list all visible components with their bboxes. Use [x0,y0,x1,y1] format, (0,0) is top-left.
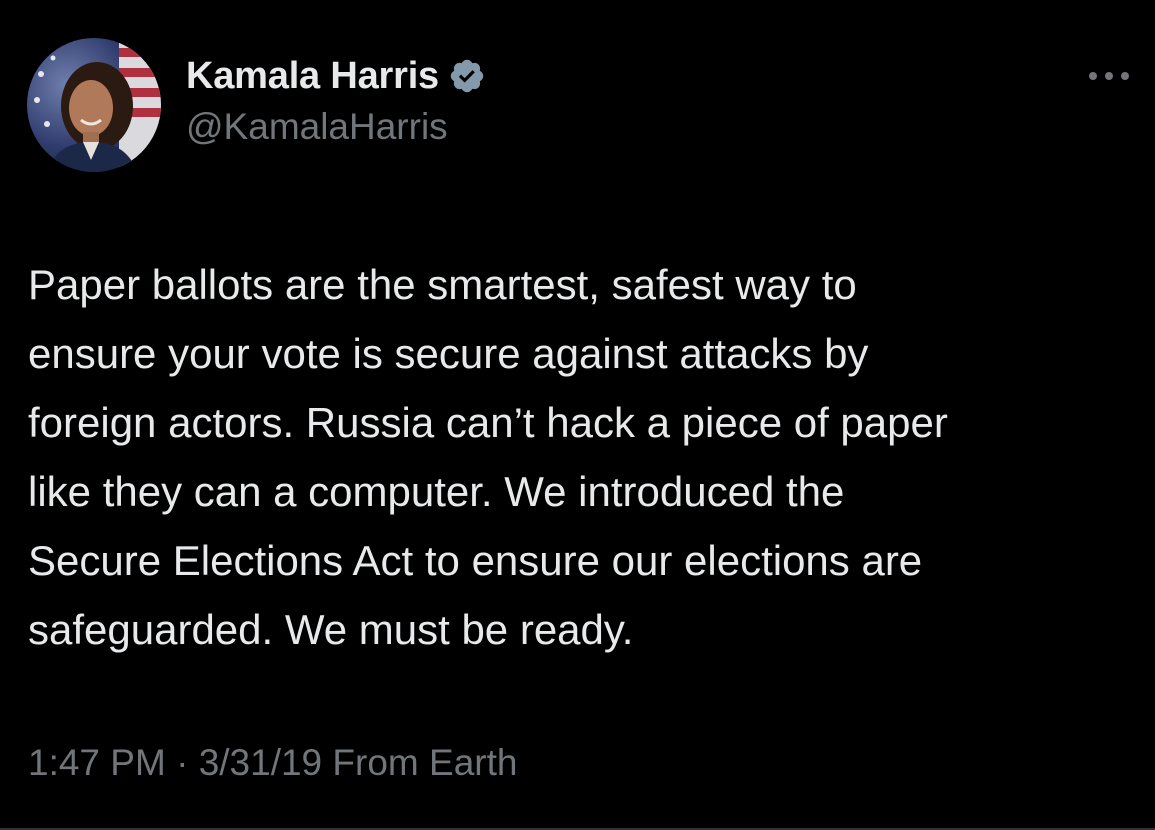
verified-badge-icon[interactable] [448,57,486,95]
tweet-text-line: Paper ballots are the smartest, safest w… [28,261,857,308]
name-row: Kamala Harris [186,52,486,100]
tweet-text-line: foreign actors. Russia can’t hack a piec… [28,399,948,446]
author-info: Kamala Harris @KamalaHarris [186,52,486,148]
tweet-date[interactable]: 3/31/19 [199,742,322,783]
tweet-source: From Earth [322,742,518,783]
author-display-name[interactable]: Kamala Harris [186,55,439,98]
tweet-time[interactable]: 1:47 PM [28,742,166,783]
author-avatar[interactable] [27,38,161,172]
profile-photo-icon [27,38,161,172]
tweet-text-line: ensure your vote is secure against attac… [28,330,869,377]
author-handle[interactable]: @KamalaHarris [186,106,486,148]
tweet-meta: 1:47 PM · 3/31/19 From Earth [28,742,517,784]
meta-separator: · [165,742,199,783]
tweet-text-line: safeguarded. We must be ready. [28,606,634,653]
tweet-card: Kamala Harris @KamalaHarris Paper ballot… [0,0,1155,830]
tweet-text-line: Secure Elections Act to ensure our elect… [28,537,923,584]
more-dot-icon [1121,72,1129,80]
more-dot-icon [1089,72,1097,80]
tweet-text-line: like they can a computer. We introduced … [28,468,845,515]
more-dot-icon [1105,72,1113,80]
tweet-text: Paper ballots are the smartest, safest w… [28,250,1143,664]
more-options-button[interactable] [1089,64,1129,88]
